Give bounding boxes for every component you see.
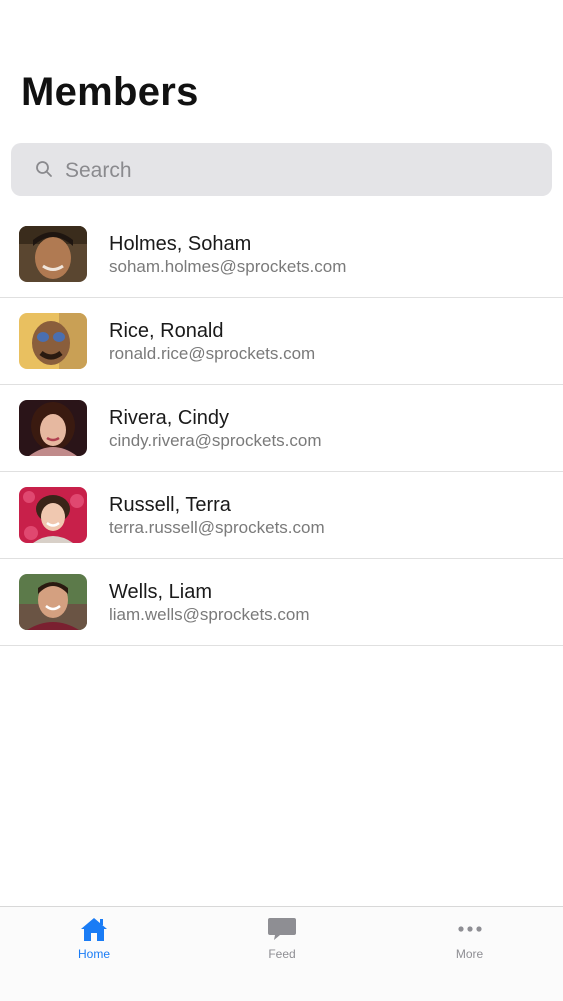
tab-more[interactable]: More [376, 907, 563, 1001]
member-name: Rice, Ronald [109, 320, 224, 342]
list-item[interactable]: Russell, Terra terra.russell@sprockets.c… [0, 472, 563, 559]
avatar [19, 574, 87, 630]
tab-label: Feed [268, 947, 296, 961]
member-email: cindy.rivera@sprockets.com [109, 431, 322, 450]
member-list: Holmes, Soham soham.holmes@sprockets.com… [0, 211, 563, 646]
home-icon [81, 918, 107, 941]
member-email: liam.wells@sprockets.com [109, 605, 310, 624]
page-title: Members [21, 70, 199, 114]
search-icon [36, 161, 52, 177]
avatar [19, 313, 87, 369]
member-email: soham.holmes@sprockets.com [109, 257, 347, 276]
search-input[interactable] [63, 143, 537, 198]
list-item[interactable]: Rivera, Cindy cindy.rivera@sprockets.com [0, 385, 563, 472]
search-bar[interactable] [11, 143, 552, 198]
avatar [19, 487, 87, 543]
member-name: Russell, Terra [109, 494, 231, 516]
tab-feed[interactable]: Feed [188, 907, 376, 1001]
avatar [19, 400, 87, 456]
chat-bubble-icon [268, 918, 296, 940]
member-email: ronald.rice@sprockets.com [109, 344, 316, 363]
avatar [19, 226, 87, 282]
more-dots-icon [457, 926, 482, 932]
list-item[interactable]: Holmes, Soham soham.holmes@sprockets.com [0, 211, 563, 298]
tab-label: More [455, 947, 484, 961]
tab-home[interactable]: Home [0, 907, 188, 1001]
tab-bar: Home Feed More [0, 906, 563, 1001]
member-name: Holmes, Soham [109, 233, 252, 255]
member-name: Rivera, Cindy [109, 407, 230, 429]
tab-label: Home [77, 947, 110, 961]
list-item[interactable]: Wells, Liam liam.wells@sprockets.com [0, 559, 563, 646]
list-item[interactable]: Rice, Ronald ronald.rice@sprockets.com [0, 298, 563, 385]
member-email: terra.russell@sprockets.com [109, 518, 325, 537]
member-name: Wells, Liam [109, 581, 212, 603]
